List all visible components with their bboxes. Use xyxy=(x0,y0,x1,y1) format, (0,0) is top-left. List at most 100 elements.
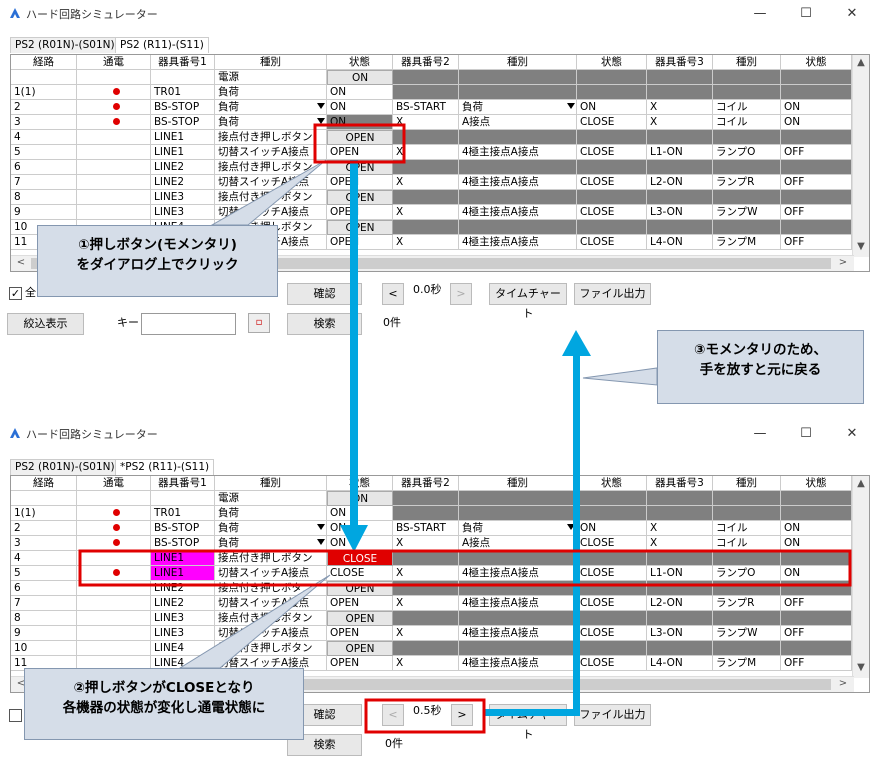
dropdown-icon[interactable] xyxy=(317,103,325,109)
table-row[interactable]: 7 LINE2 切替スイッチA接点 OPEN X 4極主接点A接点 CLOSE L2-ON ラン… xyxy=(11,596,852,611)
close-icon[interactable]: ✕ xyxy=(838,4,866,24)
table-row[interactable]: 4 LINE1 接点付き押しボタン CLOSE xyxy=(11,551,852,566)
maximize-icon[interactable]: ☐ xyxy=(792,4,820,24)
scroll-up-icon[interactable]: ▲ xyxy=(853,57,869,68)
state1-cell[interactable]: OPEN xyxy=(327,656,393,671)
minimize-icon[interactable]: — xyxy=(746,4,774,24)
table-row[interactable]: 9 LINE3 切替スイッチA接点 OPEN X 4極主接点A接点 CLOSE L3-ON ラン… xyxy=(11,205,852,220)
column-header[interactable]: 状態 xyxy=(781,55,852,70)
table-row[interactable]: 1(1) TR01 負荷 ON xyxy=(11,506,852,521)
state1-cell[interactable]: OPEN xyxy=(327,626,393,641)
tab-ps2-r01n[interactable]: PS2 (R01N)-(S01N) xyxy=(10,459,120,475)
prev-step-button[interactable]: < xyxy=(382,704,404,726)
column-header[interactable]: 器具番号3 xyxy=(647,476,713,491)
file-output-button[interactable]: ファイル出力 xyxy=(574,283,651,305)
table-row[interactable]: 8 LINE3 接点付き押しボタン OPEN xyxy=(11,611,852,626)
table-row[interactable]: 3 BS-STOP 負荷 ON X A接点 CLOSE X コイル ON xyxy=(11,115,852,130)
state-button[interactable]: OPEN xyxy=(327,190,393,205)
key-input[interactable] xyxy=(141,313,236,335)
state1-cell[interactable]: ON xyxy=(327,536,393,551)
state1-cell[interactable]: ON xyxy=(327,100,393,115)
state1-cell[interactable]: ON xyxy=(327,85,393,100)
tab-ps2-r11[interactable]: PS2 (R11)-(S11) xyxy=(115,37,209,53)
state-button[interactable]: OPEN xyxy=(327,641,393,656)
state-button[interactable]: OPEN xyxy=(327,130,393,145)
table-row[interactable]: 電源 ON xyxy=(11,70,852,85)
close-icon[interactable]: ✕ xyxy=(838,424,866,444)
state-button[interactable]: ON xyxy=(327,491,393,506)
vertical-scrollbar[interactable]: ▲ ▼ xyxy=(852,55,869,257)
scroll-right-icon[interactable]: > xyxy=(835,678,851,689)
state1-cell[interactable]: OPEN xyxy=(327,205,393,220)
maximize-icon[interactable]: ☐ xyxy=(792,424,820,444)
column-header[interactable]: 状態 xyxy=(781,476,852,491)
table-row[interactable]: 5 LINE1 切替スイッチA接点 OPEN X 4極主接点A接点 CLOSE L1-ON ラン… xyxy=(11,145,852,160)
column-header[interactable]: 種別 xyxy=(459,476,577,491)
minimize-icon[interactable]: — xyxy=(746,424,774,444)
prev-step-button[interactable]: < xyxy=(382,283,404,305)
state-button[interactable]: ON xyxy=(327,70,393,85)
column-header[interactable]: 器具番号1 xyxy=(151,476,215,491)
scroll-left-icon[interactable]: < xyxy=(13,257,29,268)
state1-cell[interactable]: CLOSE xyxy=(327,566,393,581)
next-step-button[interactable]: > xyxy=(450,283,472,305)
column-header[interactable]: 状態 xyxy=(327,55,393,70)
table-row[interactable]: 4 LINE1 接点付き押しボタン OPEN xyxy=(11,130,852,145)
tab-ps2-r11[interactable]: *PS2 (R11)-(S11) xyxy=(115,459,215,475)
column-header[interactable]: 経路 xyxy=(11,55,77,70)
column-header[interactable]: 種別 xyxy=(459,55,577,70)
vertical-scrollbar[interactable]: ▲ ▼ xyxy=(852,476,869,678)
scroll-up-icon[interactable]: ▲ xyxy=(853,478,869,489)
table-row[interactable]: 2 BS-STOP 負荷 ON BS-START 負荷 ON X コイル ON xyxy=(11,521,852,536)
timechart-button[interactable]: タイムチャート xyxy=(489,283,567,320)
dropdown-icon[interactable] xyxy=(567,524,575,530)
state-button[interactable]: OPEN xyxy=(327,220,393,235)
scroll-right-icon[interactable]: > xyxy=(835,257,851,268)
scroll-down-icon[interactable]: ▼ xyxy=(853,241,869,252)
table-row[interactable]: 電源 ON xyxy=(11,491,852,506)
state-button[interactable]: OPEN xyxy=(327,160,393,175)
state-button[interactable]: CLOSE xyxy=(327,551,393,566)
table-row[interactable]: 6 LINE2 接点付き押しボタン OPEN xyxy=(11,160,852,175)
table-row[interactable]: 10 LINE4接点付き押しボタンOPEN xyxy=(11,641,852,656)
all-checkbox[interactable] xyxy=(9,709,22,722)
dropdown-icon[interactable] xyxy=(317,118,325,124)
column-header[interactable]: 種別 xyxy=(713,55,781,70)
column-header[interactable]: 通電 xyxy=(77,55,151,70)
column-header[interactable]: 種別 xyxy=(215,55,327,70)
state1-cell[interactable]: OPEN xyxy=(327,145,393,160)
column-header[interactable]: 状態 xyxy=(577,476,647,491)
table-row[interactable]: 9 LINE3 切替スイッチA接点 OPEN X 4極主接点A接点 CLOSE L3-ON ラン… xyxy=(11,626,852,641)
all-checkbox[interactable]: ✓ xyxy=(9,287,22,300)
column-header[interactable]: 器具番号1 xyxy=(151,55,215,70)
state1-cell[interactable]: OPEN xyxy=(327,235,393,250)
table-row[interactable]: 2 BS-STOP 負荷 ON BS-START 負荷 ON X コイル ON xyxy=(11,100,852,115)
column-header[interactable]: 器具番号3 xyxy=(647,55,713,70)
state1-cell[interactable]: ON xyxy=(327,506,393,521)
scroll-down-icon[interactable]: ▼ xyxy=(853,662,869,673)
column-header[interactable]: 通電 xyxy=(77,476,151,491)
timechart-button[interactable]: タイムチャート xyxy=(489,704,567,741)
search-button[interactable]: 検索 xyxy=(287,313,362,335)
filter-display-button[interactable]: 絞込表示 xyxy=(7,313,84,335)
dropdown-icon[interactable] xyxy=(567,103,575,109)
table-row[interactable]: 7 LINE2 切替スイッチA接点 OPEN X 4極主接点A接点 CLOSE L2-ON ラン… xyxy=(11,175,852,190)
state-button[interactable]: OPEN xyxy=(327,611,393,626)
dropdown-icon[interactable] xyxy=(317,524,325,530)
confirm-button[interactable]: 確認 xyxy=(287,283,362,305)
column-header[interactable]: 器具番号2 xyxy=(393,476,459,491)
file-output-button[interactable]: ファイル出力 xyxy=(574,704,651,726)
column-header[interactable]: 状態 xyxy=(327,476,393,491)
table-row[interactable]: 5 LINE1 切替スイッチA接点 CLOSE X 4極主接点A接点 CLOSE L1-ON ラ… xyxy=(11,566,852,581)
next-step-button[interactable]: > xyxy=(451,704,473,726)
key-picker-icon[interactable]: ▫ xyxy=(248,313,270,333)
tab-ps2-r01n[interactable]: PS2 (R01N)-(S01N) xyxy=(10,37,120,53)
column-header[interactable]: 種別 xyxy=(215,476,327,491)
state1-cell[interactable]: OPEN xyxy=(327,596,393,611)
column-header[interactable]: 器具番号2 xyxy=(393,55,459,70)
table-row[interactable]: 3 BS-STOP 負荷 ON X A接点 CLOSE X コイル ON xyxy=(11,536,852,551)
state1-cell[interactable]: ON xyxy=(327,521,393,536)
column-header[interactable]: 状態 xyxy=(577,55,647,70)
table-row[interactable]: 8 LINE3 接点付き押しボタン OPEN xyxy=(11,190,852,205)
column-header[interactable]: 経路 xyxy=(11,476,77,491)
